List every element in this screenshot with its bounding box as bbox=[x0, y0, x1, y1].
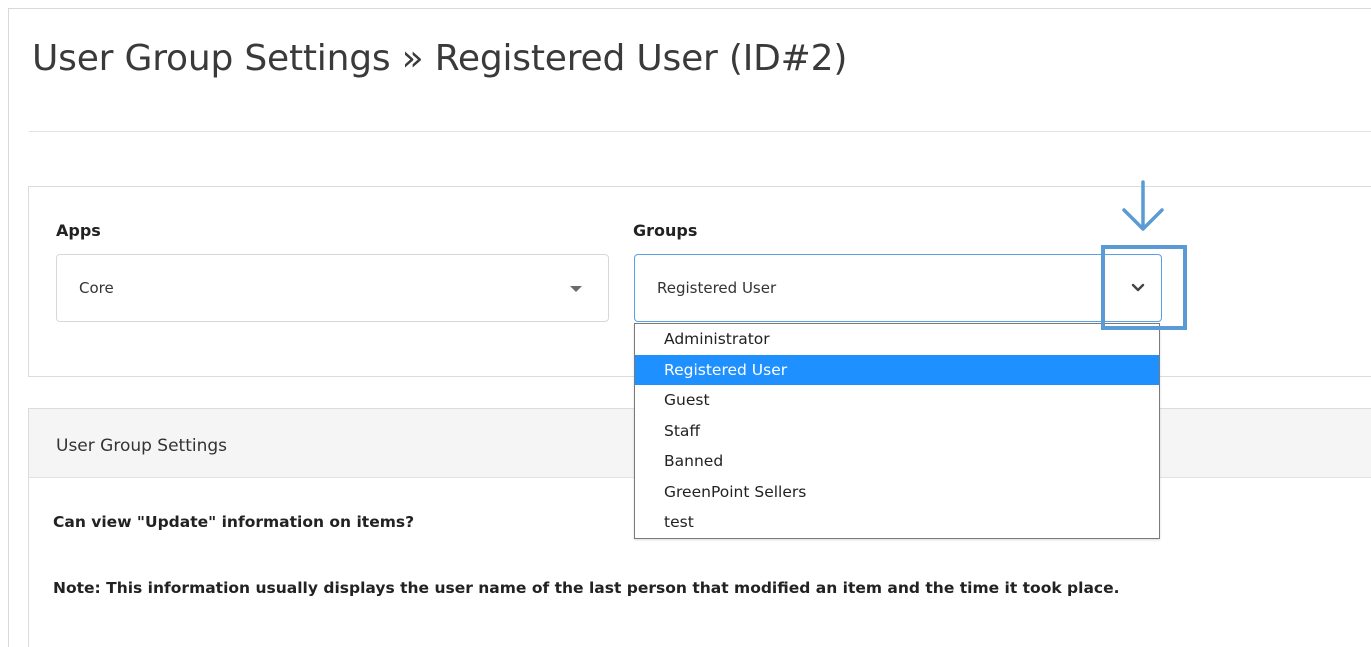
dropdown-option-staff[interactable]: Staff bbox=[635, 416, 1159, 447]
settings-panel-title: User Group Settings bbox=[56, 436, 228, 456]
setting-note: Note: This information usually displays … bbox=[53, 579, 1120, 597]
groups-select-value: Registered User bbox=[657, 279, 777, 297]
apps-select-value: Core bbox=[79, 279, 114, 297]
dropdown-option-banned[interactable]: Banned bbox=[635, 446, 1159, 477]
groups-select[interactable]: Registered User bbox=[634, 254, 1162, 322]
dropdown-option-test[interactable]: test bbox=[635, 507, 1159, 538]
dropdown-option-guest[interactable]: Guest bbox=[635, 385, 1159, 416]
dropdown-option-registered-user[interactable]: Registered User bbox=[635, 354, 1159, 385]
dropdown-option-administrator[interactable]: Administrator bbox=[635, 324, 1159, 355]
groups-label: Groups bbox=[633, 221, 698, 240]
groups-dropdown-list[interactable]: Administrator Registered User Guest Staf… bbox=[634, 323, 1160, 539]
dropdown-option-greenpoint-sellers[interactable]: GreenPoint Sellers bbox=[635, 477, 1159, 508]
page-title: User Group Settings » Registered User (I… bbox=[32, 38, 848, 79]
annotation-highlight-box bbox=[1101, 245, 1187, 330]
apps-label: Apps bbox=[56, 221, 101, 240]
caret-down-icon bbox=[570, 286, 582, 292]
arrow-down-icon bbox=[1122, 180, 1164, 231]
apps-select[interactable]: Core bbox=[56, 254, 609, 322]
title-divider bbox=[29, 131, 1371, 132]
setting-question: Can view "Update" information on items? bbox=[53, 513, 415, 531]
